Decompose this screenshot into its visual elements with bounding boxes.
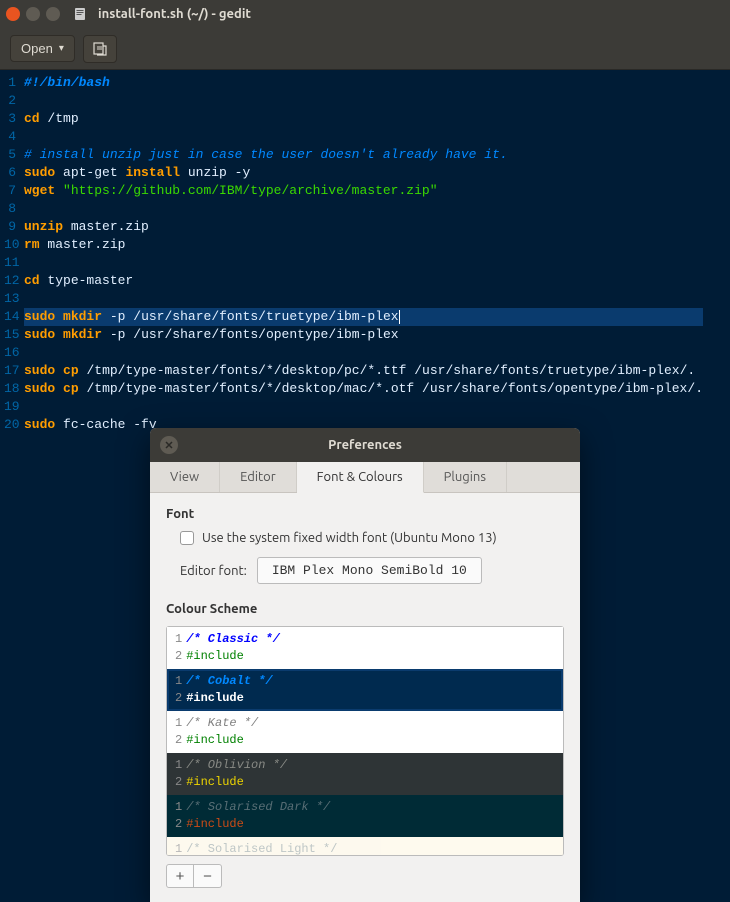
chevron-down-icon: ▾ (59, 43, 64, 54)
line-number: 11 (4, 254, 16, 272)
scheme-cobalt[interactable]: 1/* Cobalt */2#include (167, 669, 563, 711)
code-line[interactable]: sudo mkdir -p /usr/share/fonts/opentype/… (24, 326, 703, 344)
dialog-body: Font Use the system fixed width font (Ub… (150, 493, 580, 902)
scheme-soldark[interactable]: 1/* Solarised Dark */2#include (167, 795, 563, 837)
scheme-buttons: + − (166, 864, 564, 888)
scheme-sollight[interactable]: 1/* Solarised Light */ (167, 837, 563, 855)
colour-scheme-list[interactable]: 1/* Classic */2#include 1/* Cobalt */2#i… (166, 626, 564, 856)
code-line[interactable] (24, 92, 703, 110)
line-number: 15 (4, 326, 16, 344)
code-line[interactable] (24, 128, 703, 146)
scheme-classic[interactable]: 1/* Classic */2#include (167, 627, 563, 669)
line-number: 4 (4, 128, 16, 146)
line-number: 17 (4, 362, 16, 380)
system-font-checkbox[interactable] (180, 531, 194, 545)
new-tab-button[interactable] (83, 35, 117, 63)
text-cursor (399, 310, 400, 324)
window-titlebar: install-font.sh (~/) - gedit (0, 0, 730, 28)
font-section-label: Font (166, 507, 564, 521)
code-line[interactable] (24, 254, 703, 272)
window-minimize-button[interactable] (26, 7, 40, 21)
dialog-tabs: ViewEditorFont & ColoursPlugins (150, 462, 580, 493)
code-line[interactable] (24, 290, 703, 308)
tab-plugins[interactable]: Plugins (424, 462, 507, 492)
colour-scheme-label: Colour Scheme (166, 602, 564, 616)
code-line[interactable]: cd type-master (24, 272, 703, 290)
line-number: 18 (4, 380, 16, 398)
line-number: 19 (4, 398, 16, 416)
line-number: 6 (4, 164, 16, 182)
line-number: 8 (4, 200, 16, 218)
preferences-dialog: Preferences ViewEditorFont & ColoursPlug… (150, 428, 580, 902)
code-line[interactable]: sudo cp /tmp/type-master/fonts/*/desktop… (24, 380, 703, 398)
editor-font-button[interactable]: IBM Plex Mono SemiBold 10 (257, 557, 482, 584)
dialog-close-button[interactable] (160, 436, 178, 454)
window-close-button[interactable] (6, 7, 20, 21)
code-line[interactable]: sudo apt-get install unzip -y (24, 164, 703, 182)
line-number: 3 (4, 110, 16, 128)
system-font-checkbox-row[interactable]: Use the system fixed width font (Ubuntu … (166, 531, 564, 545)
code-editor[interactable]: 1234567891011121314151617181920 #!/bin/b… (0, 70, 730, 434)
code-line[interactable]: sudo cp /tmp/type-master/fonts/*/desktop… (24, 362, 703, 380)
code-area[interactable]: #!/bin/bash cd /tmp # install unzip just… (20, 70, 703, 434)
code-line[interactable] (24, 200, 703, 218)
open-button-label: Open (21, 41, 53, 56)
line-number: 14 (4, 308, 16, 326)
code-line[interactable]: #!/bin/bash (24, 74, 703, 92)
code-line[interactable]: wget "https://github.com/IBM/type/archiv… (24, 182, 703, 200)
add-scheme-button[interactable]: + (166, 864, 194, 888)
tab-view[interactable]: View (150, 462, 220, 492)
line-number: 7 (4, 182, 16, 200)
app-icon (72, 6, 88, 22)
line-number: 1 (4, 74, 16, 92)
remove-scheme-button[interactable]: − (194, 864, 222, 888)
code-line[interactable]: # install unzip just in case the user do… (24, 146, 703, 164)
code-line[interactable]: sudo mkdir -p /usr/share/fonts/truetype/… (24, 308, 703, 326)
code-line[interactable]: cd /tmp (24, 110, 703, 128)
line-number-gutter: 1234567891011121314151617181920 (0, 70, 20, 434)
line-number: 16 (4, 344, 16, 362)
line-number: 2 (4, 92, 16, 110)
line-number: 9 (4, 218, 16, 236)
code-line[interactable]: unzip master.zip (24, 218, 703, 236)
dialog-title: Preferences (188, 438, 542, 452)
dialog-header: Preferences (150, 428, 580, 462)
editor-font-label: Editor font: (180, 564, 247, 578)
window-maximize-button[interactable] (46, 7, 60, 21)
code-line[interactable]: rm master.zip (24, 236, 703, 254)
line-number: 12 (4, 272, 16, 290)
system-font-checkbox-label: Use the system fixed width font (Ubuntu … (202, 531, 497, 545)
toolbar: Open ▾ (0, 28, 730, 70)
line-number: 13 (4, 290, 16, 308)
line-number: 10 (4, 236, 16, 254)
editor-font-row: Editor font: IBM Plex Mono SemiBold 10 (166, 557, 564, 584)
tab-font-colours[interactable]: Font & Colours (297, 462, 424, 493)
code-line[interactable] (24, 344, 703, 362)
code-line[interactable] (24, 398, 703, 416)
scheme-oblivion[interactable]: 1/* Oblivion */2#include (167, 753, 563, 795)
scheme-kate[interactable]: 1/* Kate */2#include (167, 711, 563, 753)
tab-editor[interactable]: Editor (220, 462, 297, 492)
open-button[interactable]: Open ▾ (10, 35, 75, 62)
line-number: 5 (4, 146, 16, 164)
window-title: install-font.sh (~/) - gedit (98, 7, 251, 21)
line-number: 20 (4, 416, 16, 434)
